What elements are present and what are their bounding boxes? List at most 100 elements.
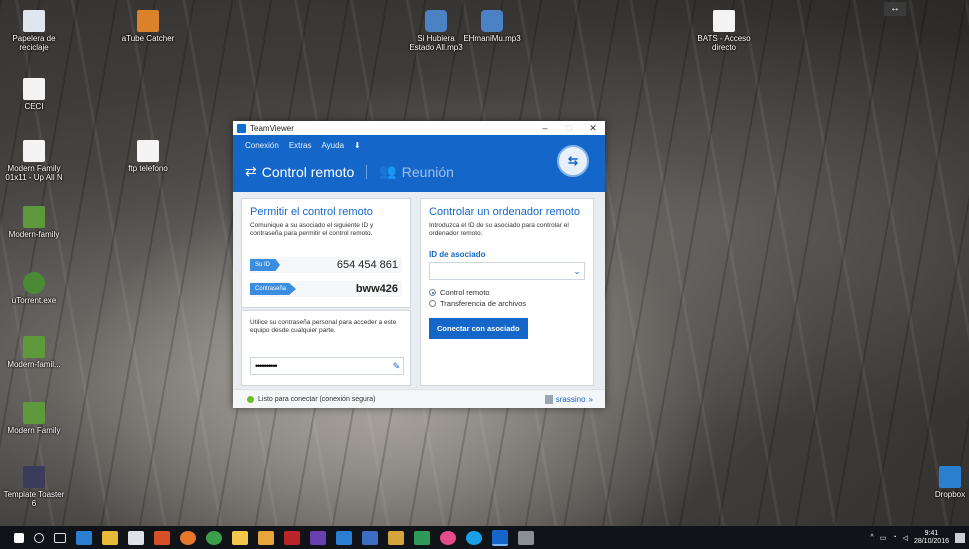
resize-icon[interactable]: ↔ [884,2,906,16]
file-icon [23,336,45,358]
file-explorer-icon[interactable] [102,530,118,545]
filezilla-icon[interactable] [284,530,300,545]
winamp-icon[interactable] [258,530,274,545]
desktop-icon-atube[interactable]: aTube Catcher [116,10,180,43]
tool-icon[interactable] [518,530,534,545]
edit-pencil-icon[interactable]: ✎ [389,361,403,372]
document-icon [23,78,45,100]
task-view-icon[interactable] [54,532,66,543]
system-tray: ^ ▭ ◔ ◁ 9:41 28/10/2016 [870,526,965,549]
personal-password-panel: Utilice su contraseña personal para acce… [241,310,411,386]
photos-icon[interactable] [414,530,430,545]
control-remote-panel: Controlar un ordenador remoto Introduzca… [420,198,594,386]
dropbox-icon [939,466,961,488]
status-bar: Listo para conectar (conexión segura) sr… [233,389,605,408]
notifications-icon[interactable] [955,532,965,543]
template-toaster-icon [23,466,45,488]
user-account[interactable]: srassino » [544,394,605,404]
desktop-icon-ceci[interactable]: CECI [2,78,66,111]
teamviewer-logo-icon: ⇆ [557,145,589,177]
edge-icon[interactable] [76,530,92,545]
user-icon [544,394,553,404]
wifi-icon[interactable]: ◔ [892,534,896,541]
menu-conexion[interactable]: Conexión [245,141,279,150]
tab-divider [366,164,368,179]
document-icon [23,140,45,162]
desktop-icon-dropbox[interactable]: Dropbox [918,466,969,499]
minimize-icon[interactable]: – [533,123,557,133]
your-id-label: Su ID [250,259,281,271]
header: Conexión Extras Ayuda ⬇ ⇄ Control remoto… [233,135,605,192]
desktop-icon-ftp[interactable]: ftp telefono [116,140,180,173]
tab-remote-control[interactable]: ⇄ Control remoto [245,163,354,180]
download-icon[interactable]: ⬇ [354,141,361,150]
teamviewer-taskbar-icon[interactable] [492,529,508,546]
desktop-icon-modern-family-3[interactable]: Modern Family [2,402,66,435]
skype-blue-icon[interactable] [466,530,482,545]
mode-tabs: ⇄ Control remoto 👥 Reunión [245,163,454,180]
title-bar: TeamViewer – □ ✕ [233,121,605,135]
visual-studio-icon[interactable] [310,530,326,545]
double-chevron-icon: » [588,394,593,404]
partner-id-input[interactable]: ⌄ [429,262,585,280]
volume-icon[interactable]: ◁ [903,534,908,542]
taskbar: ^ ▭ ◔ ◁ 9:41 28/10/2016 [0,526,969,549]
recycle-bin-icon [23,10,45,32]
file-icon [23,402,45,424]
desktop-icon-bats[interactable]: BATS - Acceso directo [692,10,756,52]
windows-start-icon[interactable] [14,532,24,543]
people-icon: 👥 [379,163,397,179]
partner-id-label: ID de asociado [429,250,486,259]
teamviewer-logo-icon [237,123,246,133]
office-icon[interactable] [154,530,170,545]
your-id-value: 654 454 861 [336,259,398,271]
connect-partner-button[interactable]: Conectar con asociado [429,318,528,339]
menu-extras[interactable]: Extras [289,141,312,150]
battery-icon[interactable]: ▭ [880,534,887,542]
desktop-icon-modern-family-2[interactable]: Modern-famil... [2,336,66,369]
atube-icon [137,10,159,32]
folder-icon[interactable] [388,530,404,545]
calendar-icon[interactable] [362,530,378,545]
personal-password-text: Utilice su contraseña personal para acce… [250,319,397,334]
media-file-icon [481,10,503,32]
utorrent-icon [23,272,45,294]
desktop-icon-utorrent[interactable]: uTorrent.exe [2,272,66,305]
teamviewer-window: TeamViewer – □ ✕ Conexión Extras Ayuda ⬇… [233,121,605,408]
dropbox-taskbar-icon[interactable] [336,530,352,545]
search-icon[interactable] [34,532,44,543]
chevron-up-icon[interactable]: ^ [870,534,873,541]
password-row: Contraseña bww426 [250,281,402,297]
desktop-icon-template-toaster[interactable]: Template Toaster 6 [2,466,66,508]
desktop-icon-mp3-2[interactable]: EHmaniMu.mp3 [460,10,524,43]
status-ready-icon [247,395,254,403]
file-icon [23,206,45,228]
chrome-icon[interactable] [206,530,222,545]
password-label: Contraseña [250,283,297,295]
tab-meeting[interactable]: 👥 Reunión [379,163,454,180]
desktop-icon-mp3-1[interactable]: Si Hubiera Estado All.mp3 [404,10,468,52]
radio-file-transfer[interactable]: Transferencia de archivos [421,297,593,308]
radio-remote-control[interactable]: Control remoto [421,280,593,297]
desktop-icon-modern-family-1[interactable]: Modern-family [2,206,66,239]
firefox-icon[interactable] [180,530,196,545]
desktop-icon-modern-family-video[interactable]: Modern Family 01x11 - Up All N [2,140,66,182]
allow-remote-panel: Permitir el control remoto Comunique a s… [241,198,411,308]
maximize-icon[interactable]: □ [557,123,581,133]
arrows-icon: ⇄ [245,163,257,179]
window-title: TeamViewer [250,123,294,133]
control-remote-title: Controlar un ordenador remoto [429,206,581,218]
clock[interactable]: 9:41 28/10/2016 [914,530,949,546]
menu-ayuda[interactable]: Ayuda [321,141,344,150]
password-value: bww426 [355,283,398,295]
close-icon[interactable]: ✕ [581,123,605,134]
chevron-down-icon[interactable]: ⌄ [570,266,584,277]
allow-remote-text: Comunique a su asociado el siguiente ID … [250,222,374,237]
personal-password-field[interactable]: •••••••••• ✎ [250,357,404,375]
store-icon[interactable] [128,530,144,545]
menu-bar: Conexión Extras Ayuda ⬇ [245,141,361,150]
allow-remote-title: Permitir el control remoto [250,206,373,218]
desktop-icon-recycle-bin[interactable]: Papelera de reciclaje [2,10,66,52]
notes-icon[interactable] [232,530,248,545]
skype-icon[interactable] [440,530,456,545]
